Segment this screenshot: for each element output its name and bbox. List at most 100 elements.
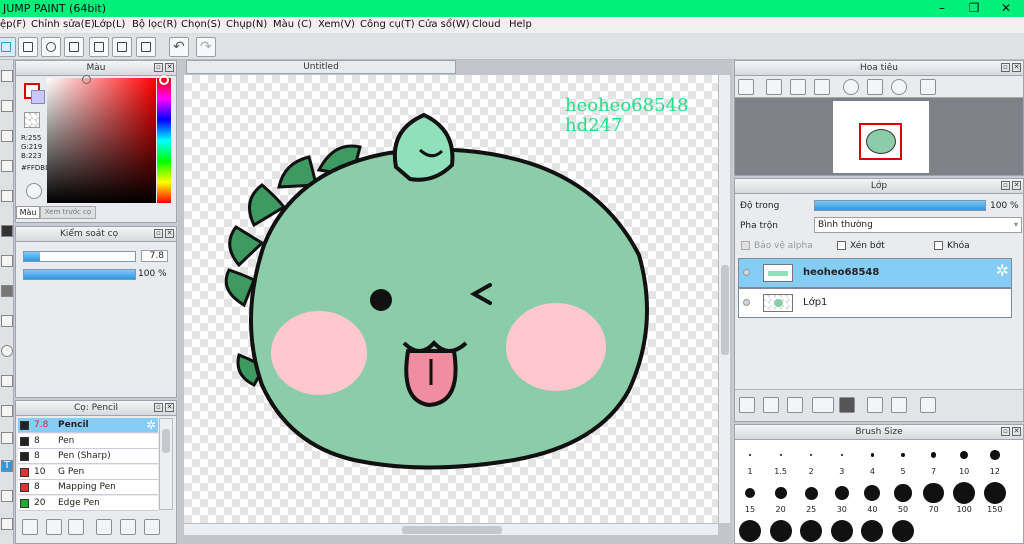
brush-size-dot[interactable] [830, 520, 853, 542]
background-color-swatch[interactable] [31, 90, 45, 104]
brush-size-dot[interactable] [834, 485, 849, 501]
add-brush-icon[interactable] [22, 519, 38, 535]
new-text-layer-icon[interactable] [787, 397, 803, 413]
lock-checkbox[interactable]: Khóa [934, 241, 970, 251]
color-wheel-icon[interactable] [26, 183, 42, 199]
menu-view[interactable]: Xem(V) [318, 19, 355, 30]
brush-size-dot[interactable] [894, 484, 912, 502]
hue-cursor[interactable] [159, 75, 169, 85]
move-tool-icon[interactable] [1, 190, 13, 202]
new-layer-icon[interactable] [739, 397, 755, 413]
clipping-checkbox[interactable]: Xén bớt [837, 241, 885, 251]
brush-size-dot[interactable] [810, 454, 813, 456]
protect-alpha-checkbox[interactable]: Bảo vệ alpha [741, 241, 813, 251]
brush-size-dot[interactable] [744, 487, 756, 499]
navigator-viewport[interactable] [859, 123, 902, 160]
canvas-horizontal-scrollbar[interactable] [184, 523, 718, 535]
menu-edit[interactable]: Chỉnh sửa(E) [31, 19, 95, 30]
brush-size-dot[interactable] [774, 487, 787, 499]
tab-color[interactable]: Màu [16, 206, 40, 219]
pen-tool-icon[interactable] [1, 70, 13, 82]
eyedropper-tool-icon[interactable] [1, 405, 13, 417]
brush-size-dot[interactable] [930, 452, 937, 458]
brush-list-item[interactable]: 8 Pen (Sharp) [18, 449, 158, 464]
brush-folder-icon[interactable] [120, 519, 136, 535]
message-icon[interactable] [64, 37, 84, 57]
eraser-tool-icon[interactable] [1, 100, 13, 112]
brush-size-dot[interactable] [769, 520, 792, 542]
magic-wand-tool-icon[interactable] [1, 375, 13, 387]
reset-view-icon[interactable] [867, 79, 883, 95]
close-button[interactable]: ✕ [990, 0, 1022, 17]
comment-icon[interactable] [41, 37, 61, 57]
menu-file[interactable]: ệp(F) [0, 19, 26, 30]
fit-icon[interactable] [790, 79, 806, 95]
brush-size-dot[interactable] [953, 482, 976, 504]
visibility-icon[interactable] [743, 269, 750, 276]
transparent-swatch[interactable] [24, 112, 40, 128]
brush-duplicate-icon[interactable] [144, 519, 160, 535]
new-brush-icon[interactable] [46, 519, 62, 535]
brush-list-item[interactable]: 7.8 Pencil ✲ [18, 418, 158, 433]
brush-size-value[interactable]: 7.8 [141, 250, 168, 262]
brush-size-dot[interactable] [901, 453, 905, 457]
canvas-vertical-scrollbar[interactable] [718, 75, 730, 523]
menu-tools[interactable]: Công cụ(T) [360, 19, 415, 30]
flip-icon[interactable] [920, 79, 936, 95]
brush-opacity-slider[interactable] [23, 269, 136, 280]
panel-close-icon[interactable]: ✕ [1012, 181, 1021, 190]
rotate-left-icon[interactable] [843, 79, 859, 95]
panel-float-icon[interactable]: ▫ [1001, 427, 1010, 436]
panel-float-icon[interactable]: ▫ [154, 403, 163, 412]
brush-list-item[interactable]: 8 Pen [18, 433, 158, 449]
zoom-out-icon[interactable] [814, 79, 830, 95]
brush-size-dot[interactable] [923, 482, 944, 504]
gear-icon[interactable]: ✲ [146, 418, 156, 432]
brush-size-dot[interactable] [960, 451, 969, 459]
brush-size-dot[interactable] [800, 520, 823, 542]
panel-float-icon[interactable]: ▫ [1001, 181, 1010, 190]
brush-size-dot[interactable] [739, 520, 761, 542]
brush-list-item[interactable]: 8 Mapping Pen [18, 480, 158, 495]
brush-size-dot[interactable] [804, 486, 818, 500]
saturation-value-picker[interactable] [47, 78, 156, 203]
menu-window[interactable]: Cửa sổ(W) [418, 19, 470, 30]
menu-filter[interactable]: Bộ lọc(R) [132, 19, 177, 30]
smudge-tool-icon[interactable] [1, 432, 13, 444]
brush-settings-icon[interactable] [96, 519, 112, 535]
panel-float-icon[interactable]: ▫ [154, 229, 163, 238]
rotate-right-icon[interactable] [891, 79, 907, 95]
undo-icon[interactable]: ↶ [169, 37, 189, 57]
brush-size-dot[interactable] [861, 520, 884, 542]
brush-list-scrollbar[interactable] [159, 418, 173, 510]
layer-row[interactable]: heoheo68548 ✲ [738, 258, 1012, 288]
redo-icon[interactable]: ↷ [196, 37, 216, 57]
layer-row[interactable]: Lớp1 [738, 288, 1012, 318]
hue-slider[interactable] [157, 78, 171, 203]
layout-icon[interactable] [136, 37, 156, 57]
new-raster-icon[interactable] [763, 397, 779, 413]
bucket-tool-icon[interactable] [1, 255, 13, 267]
fill-rect-tool-icon[interactable] [1, 225, 13, 237]
brush-list-item[interactable]: 20 Edge Pen [18, 495, 158, 511]
text-tool-icon[interactable]: T [1, 460, 13, 472]
navigator-preview[interactable] [833, 101, 929, 173]
brush-list-item[interactable]: 10 G Pen [18, 464, 158, 480]
brush-tool-icon[interactable] [1, 160, 13, 172]
brush-size-dot[interactable] [990, 450, 1000, 460]
share-icon[interactable] [18, 37, 38, 57]
menu-select[interactable]: Chọn(S) [181, 19, 221, 30]
tab-brush-preview[interactable]: Xem trước cọ [40, 206, 96, 219]
panel-float-icon[interactable]: ▫ [1001, 63, 1010, 72]
gear-icon[interactable]: ✲ [996, 263, 1009, 279]
menu-layer[interactable]: Lớp(L) [94, 19, 125, 30]
zoom-in-icon[interactable] [738, 79, 754, 95]
zoom-plus-icon[interactable] [766, 79, 782, 95]
brush-size-slider[interactable] [23, 251, 136, 262]
panel-close-icon[interactable]: ✕ [1012, 427, 1021, 436]
menu-help[interactable]: Help [509, 19, 532, 30]
brush-size-dot[interactable] [983, 482, 1006, 504]
panel-float-icon[interactable]: ▫ [154, 63, 163, 72]
gradient-tool-icon[interactable] [1, 285, 13, 297]
layer-opacity-slider[interactable] [814, 200, 986, 211]
